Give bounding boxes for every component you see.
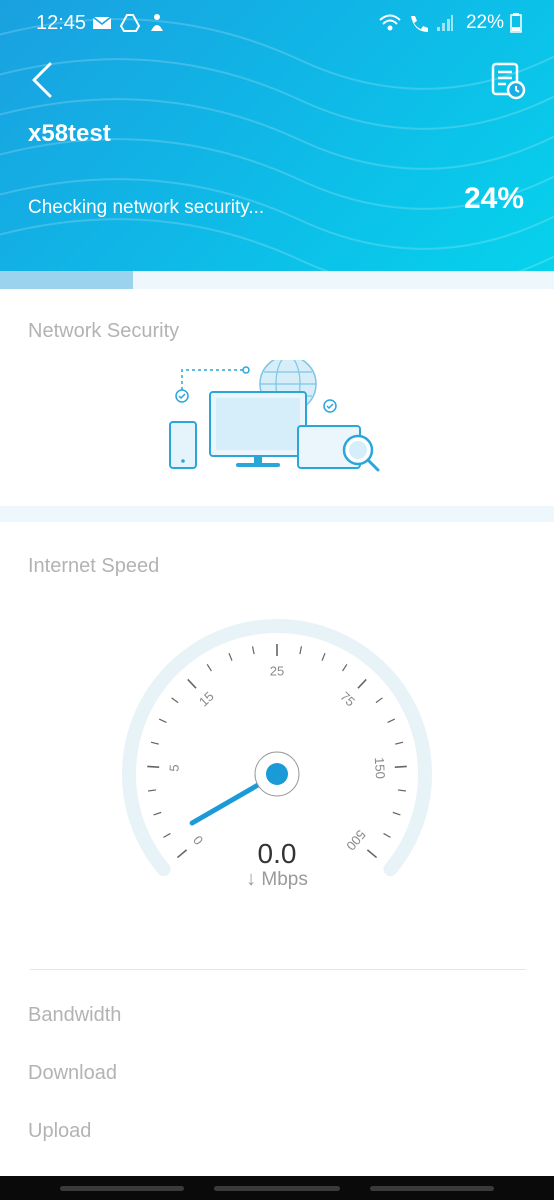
mail-icon xyxy=(92,16,112,29)
status-time: 12:45 xyxy=(36,12,87,34)
speed-unit-label: ↓ Mbps xyxy=(0,868,554,891)
scan-progress-fill xyxy=(0,271,133,289)
gauge-tick-label: 15 xyxy=(196,689,217,710)
gauge-minor-tick xyxy=(148,789,157,792)
download-label: Download xyxy=(28,1062,117,1084)
speed-unit: Mbps xyxy=(261,869,308,890)
system-nav-bar xyxy=(0,1176,554,1200)
drive-icon xyxy=(120,14,140,32)
gauge-minor-tick xyxy=(299,646,303,655)
gauge-minor-tick xyxy=(171,697,179,704)
scan-status-text: Checking network security... xyxy=(28,197,265,218)
status-system-icons: 22% xyxy=(378,12,522,34)
status-bar: 12:45 22% xyxy=(0,0,554,48)
gauge-minor-tick xyxy=(392,811,401,816)
gauge-minor-tick xyxy=(153,811,162,816)
gauge-minor-tick xyxy=(375,697,383,704)
report-history-icon xyxy=(491,62,526,100)
wifi-calling-icon xyxy=(379,14,401,31)
gauge-minor-tick xyxy=(206,664,212,672)
accessibility-icon xyxy=(151,14,163,31)
upload-label: Upload xyxy=(28,1120,92,1142)
network-security-title: Network Security xyxy=(28,320,180,342)
gauge-minor-tick xyxy=(163,832,171,838)
gauge-major-tick xyxy=(147,765,160,768)
history-button[interactable] xyxy=(490,62,526,100)
gauge-minor-tick xyxy=(228,652,233,661)
gauge-minor-tick xyxy=(342,664,348,672)
gauge-minor-tick xyxy=(321,652,326,661)
gauge-tick-label: 150 xyxy=(372,757,388,780)
gauge-hub xyxy=(266,763,288,785)
download-arrow-icon: ↓ xyxy=(246,868,257,890)
gauge-minor-tick xyxy=(387,718,396,723)
nav-back-handle[interactable] xyxy=(370,1186,494,1191)
gauge-tick-label: 75 xyxy=(337,689,358,710)
results-divider xyxy=(30,969,526,970)
device-name: x58test xyxy=(28,120,111,147)
gauge-major-tick xyxy=(187,678,197,689)
gauge-tick-label: 5 xyxy=(166,764,181,772)
back-button[interactable] xyxy=(28,60,58,100)
bandwidth-label: Bandwidth xyxy=(28,1004,122,1026)
battery-icon xyxy=(510,13,522,33)
gauge-minor-tick xyxy=(150,741,159,745)
gauge-minor-tick xyxy=(383,832,391,838)
gauge-tick-label: 25 xyxy=(270,663,284,678)
gauge-minor-tick xyxy=(251,646,255,655)
gauge-minor-tick xyxy=(395,741,404,745)
network-security-illustration xyxy=(169,360,380,472)
gauge-major-tick xyxy=(357,678,367,689)
battery-percent: 22% xyxy=(465,12,504,33)
internet-speed-title: Internet Speed xyxy=(28,555,160,577)
scan-progress-bar xyxy=(0,271,554,289)
signal-icon xyxy=(436,15,453,31)
gauge-minor-tick xyxy=(158,718,167,723)
header: 12:45 22% x58test Checking network secur… xyxy=(0,0,554,271)
section-divider-band xyxy=(0,506,554,522)
volte-call-icon xyxy=(410,16,428,32)
nav-home-handle[interactable] xyxy=(214,1186,340,1191)
status-notification-icons xyxy=(92,13,166,33)
speed-value: 0.0 xyxy=(257,838,297,869)
nav-recents-handle[interactable] xyxy=(60,1186,184,1191)
progress-percent: 24% xyxy=(463,182,524,215)
back-arrow-icon xyxy=(32,62,52,98)
gauge-minor-tick xyxy=(397,789,406,792)
gauge-major-tick xyxy=(394,765,407,768)
